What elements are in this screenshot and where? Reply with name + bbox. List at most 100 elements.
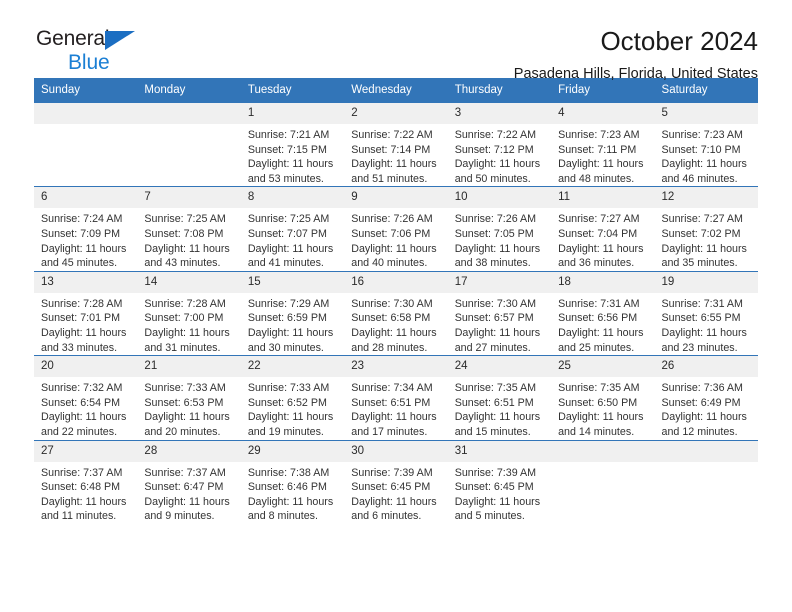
day-cell[interactable]: 27 Sunrise: 7:37 AM Sunset: 6:48 PM Dayligh…: [34, 439, 138, 524]
day-cell[interactable]: 31 Sunrise: 7:39 AM Sunset: 6:45 PM Dayligh…: [447, 439, 552, 524]
daylight-text: and 25 minutes.: [558, 341, 635, 354]
day-number: 5: [654, 103, 758, 124]
day-cell[interactable]: 5 Sunrise: 7:23 AM Sunset: 7:10 PM Daylight…: [654, 103, 758, 187]
day-number: [654, 440, 758, 462]
sunrise-text: Sunrise: 7:28 AM: [41, 297, 123, 310]
day-number: 8: [240, 187, 345, 209]
general-blue-logo[interactable]: General Blue: [36, 28, 166, 76]
day-cell[interactable]: 22 Sunrise: 7:33 AM Sunset: 6:52 PM Dayligh…: [240, 355, 345, 440]
day-number: 4: [551, 103, 655, 124]
day-cell[interactable]: 21 Sunrise: 7:33 AM Sunset: 6:53 PM Dayligh…: [137, 355, 241, 440]
day-cell[interactable]: 16 Sunrise: 7:30 AM Sunset: 6:58 PM Dayligh…: [344, 270, 448, 356]
day-cell[interactable]: 13 Sunrise: 7:28 AM Sunset: 7:01 PM Dayligh…: [34, 270, 138, 356]
daylight-text: Daylight: 11 hours: [558, 411, 644, 424]
sunset-text: Sunset: 7:05 PM: [454, 227, 534, 240]
daylight-text: and 28 minutes.: [351, 341, 428, 354]
day-number: 19: [654, 271, 758, 293]
week-row: 6 Sunrise: 7:24 AM Sunset: 7:09 PM Daylight…: [34, 186, 758, 272]
day-cell[interactable]: 23 Sunrise: 7:34 AM Sunset: 6:51 PM Dayligh…: [344, 355, 448, 440]
sunrise-text: Sunrise: 7:38 AM: [247, 466, 330, 479]
week-row: 13 Sunrise: 7:28 AM Sunset: 7:01 PM Dayligh…: [34, 270, 758, 356]
daylight-text: Daylight: 11 hours: [558, 326, 644, 339]
daylight-text: and 27 minutes.: [454, 341, 531, 354]
daylight-text: Daylight: 11 hours: [558, 158, 644, 171]
sunrise-text: Sunrise: 7:26 AM: [351, 213, 433, 226]
daylight-text: Daylight: 11 hours: [351, 495, 437, 508]
day-cell[interactable]: 29 Sunrise: 7:38 AM Sunset: 6:46 PM Dayligh…: [240, 439, 345, 524]
daylight-text: Daylight: 11 hours: [247, 326, 334, 339]
day-cell[interactable]: 11 Sunrise: 7:27 AM Sunset: 7:04 PM Dayligh…: [551, 186, 655, 272]
sunset-text: Sunset: 6:57 PM: [454, 312, 534, 325]
sunrise-text: Sunrise: 7:24 AM: [41, 213, 123, 226]
weekday-header-monday: Monday: [137, 78, 241, 103]
day-cell[interactable]: 3 Sunrise: 7:22 AM Sunset: 7:12 PM Daylight…: [447, 103, 552, 187]
sunset-text: Sunset: 6:52 PM: [247, 396, 327, 409]
sunset-text: Sunset: 7:00 PM: [144, 312, 224, 325]
daylight-text: and 5 minutes.: [454, 510, 525, 523]
daylight-text: Daylight: 11 hours: [351, 158, 437, 171]
day-number: 10: [447, 187, 552, 209]
day-number: 20: [34, 356, 138, 378]
day-cell[interactable]: 24 Sunrise: 7:35 AM Sunset: 6:51 PM Dayligh…: [447, 355, 552, 440]
day-number: 28: [137, 440, 241, 462]
daylight-text: and 30 minutes.: [247, 341, 324, 354]
daylight-text: Daylight: 11 hours: [661, 242, 747, 255]
day-cell[interactable]: 18 Sunrise: 7:31 AM Sunset: 6:56 PM Dayligh…: [551, 270, 655, 356]
daylight-text: and 48 minutes.: [558, 172, 635, 185]
sunset-text: Sunset: 6:51 PM: [351, 396, 431, 409]
daylight-text: and 20 minutes.: [144, 425, 221, 438]
day-cell[interactable]: 19 Sunrise: 7:31 AM Sunset: 6:55 PM Dayligh…: [654, 270, 758, 356]
sunset-text: Sunset: 7:09 PM: [41, 227, 121, 240]
day-cell[interactable]: 25 Sunrise: 7:35 AM Sunset: 6:50 PM Dayligh…: [551, 355, 655, 440]
day-cell[interactable]: 28 Sunrise: 7:37 AM Sunset: 6:47 PM Dayligh…: [137, 439, 241, 524]
day-cell[interactable]: 20 Sunrise: 7:32 AM Sunset: 6:54 PM Dayligh…: [34, 355, 138, 440]
sunrise-text: Sunrise: 7:35 AM: [454, 382, 537, 395]
day-number: 14: [137, 271, 241, 293]
sunset-text: Sunset: 6:55 PM: [661, 312, 741, 325]
sunset-text: Sunset: 7:12 PM: [454, 143, 534, 156]
sunrise-text: Sunrise: 7:37 AM: [41, 466, 123, 479]
day-cell[interactable]: 14 Sunrise: 7:28 AM Sunset: 7:00 PM Dayligh…: [137, 270, 241, 356]
day-cell[interactable]: 30 Sunrise: 7:39 AM Sunset: 6:45 PM Dayligh…: [344, 439, 448, 524]
page-header: General Blue October 2024 Pasadena Hills…: [34, 0, 758, 82]
day-number: 15: [240, 271, 345, 293]
day-number: 29: [240, 440, 345, 462]
sunset-text: Sunset: 6:58 PM: [351, 312, 431, 325]
daylight-text: and 31 minutes.: [144, 341, 221, 354]
daylight-text: Daylight: 11 hours: [144, 242, 230, 255]
day-cell[interactable]: 1 Sunrise: 7:21 AM Sunset: 7:15 PM Daylight…: [240, 103, 345, 187]
day-cell[interactable]: 2 Sunrise: 7:22 AM Sunset: 7:14 PM Daylight…: [344, 103, 448, 187]
sunset-text: Sunset: 7:04 PM: [558, 227, 638, 240]
day-cell[interactable]: 7 Sunrise: 7:25 AM Sunset: 7:08 PM Daylight…: [137, 186, 241, 272]
daylight-text: and 53 minutes.: [247, 172, 324, 185]
sunrise-sunset-calendar: Sunday Monday Tuesday Wednesday Thursday Frid…: [34, 78, 758, 524]
day-cell[interactable]: 4 Sunrise: 7:23 AM Sunset: 7:11 PM Daylight…: [551, 103, 655, 187]
day-cell[interactable]: 9 Sunrise: 7:26 AM Sunset: 7:06 PM Daylight…: [344, 186, 448, 272]
logo-word-blue: Blue: [68, 51, 110, 74]
sunrise-text: Sunrise: 7:39 AM: [454, 466, 537, 479]
sunrise-text: Sunrise: 7:34 AM: [351, 382, 433, 395]
day-cell[interactable]: 26 Sunrise: 7:36 AM Sunset: 6:49 PM Dayligh…: [654, 355, 758, 440]
calendar-page: General Blue October 2024 Pasadena Hills…: [0, 0, 792, 612]
day-cell[interactable]: 15 Sunrise: 7:29 AM Sunset: 6:59 PM Dayligh…: [240, 270, 345, 356]
day-cell[interactable]: 10 Sunrise: 7:26 AM Sunset: 7:05 PM Dayligh…: [447, 186, 552, 272]
sunrise-text: Sunrise: 7:31 AM: [661, 297, 743, 310]
daylight-text: Daylight: 11 hours: [661, 158, 747, 171]
daylight-text: Daylight: 11 hours: [144, 495, 230, 508]
day-cell[interactable]: 8 Sunrise: 7:25 AM Sunset: 7:07 PM Daylight…: [240, 186, 345, 272]
sunrise-text: Sunrise: 7:25 AM: [144, 213, 226, 226]
day-number: 13: [34, 271, 138, 293]
daylight-text: Daylight: 11 hours: [144, 411, 230, 424]
sunset-text: Sunset: 6:50 PM: [558, 396, 638, 409]
sunrise-text: Sunrise: 7:31 AM: [558, 297, 640, 310]
daylight-text: and 22 minutes.: [41, 425, 118, 438]
day-cell[interactable]: 17 Sunrise: 7:30 AM Sunset: 6:57 PM Dayligh…: [447, 270, 552, 356]
sunset-text: Sunset: 7:10 PM: [661, 143, 741, 156]
day-cell[interactable]: 12 Sunrise: 7:27 AM Sunset: 7:02 PM Dayligh…: [654, 186, 758, 272]
sunset-text: Sunset: 6:56 PM: [558, 312, 638, 325]
day-cell[interactable]: 6 Sunrise: 7:24 AM Sunset: 7:09 PM Daylight…: [34, 186, 138, 272]
day-number: 6: [34, 187, 138, 209]
day-number: 16: [344, 271, 448, 293]
daylight-text: and 19 minutes.: [247, 425, 324, 438]
sunset-text: Sunset: 7:11 PM: [558, 143, 637, 156]
